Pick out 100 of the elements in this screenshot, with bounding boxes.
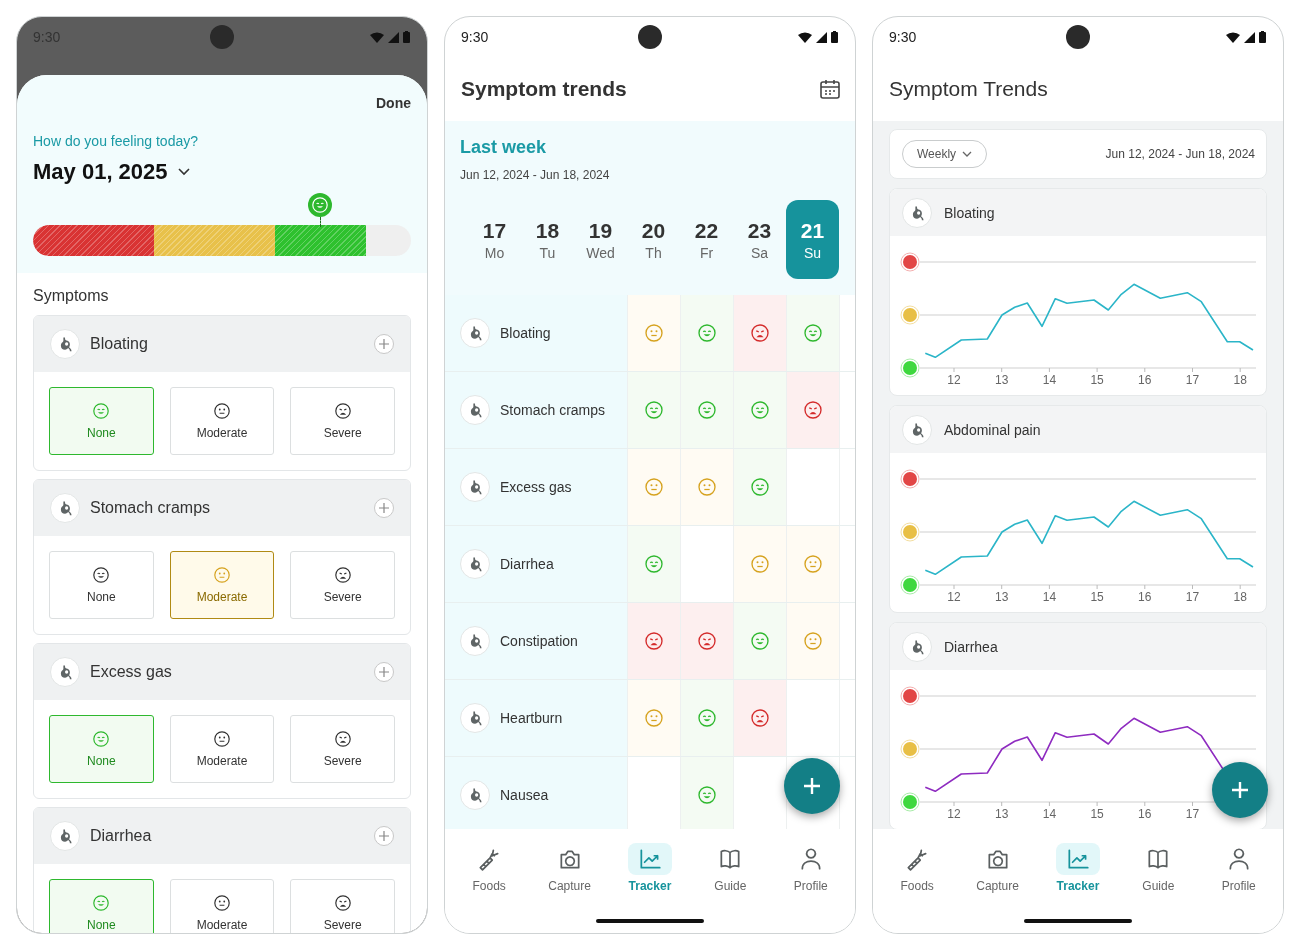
symptom-name: Excess gas xyxy=(500,479,572,495)
neutral-face-icon xyxy=(213,730,231,748)
plus-icon xyxy=(379,667,389,677)
status-time: 9:30 xyxy=(889,29,917,45)
symptom-name: Bloating xyxy=(90,335,149,353)
severity-option[interactable]: Severe xyxy=(290,551,395,619)
chevron-down-icon[interactable] xyxy=(177,168,190,176)
axis-label: 13 xyxy=(995,807,1009,821)
nav-tab[interactable]: Foods xyxy=(881,843,954,901)
level-dot-icon xyxy=(900,252,920,272)
level-dot-icon xyxy=(900,522,920,542)
camera-cutout xyxy=(638,25,662,49)
nav-tab[interactable]: Capture xyxy=(961,843,1034,901)
screen-title: Symptom trends xyxy=(461,77,627,101)
nav-tab[interactable]: Foods xyxy=(453,843,526,901)
severity-option[interactable]: Moderate xyxy=(169,715,275,783)
sad-face-icon xyxy=(750,323,770,343)
symptom-name: Bloating xyxy=(500,325,551,341)
axis-label: 17 xyxy=(1185,807,1200,821)
smiling-face-icon xyxy=(697,708,717,728)
smiling-face-icon xyxy=(92,566,111,584)
plus-icon xyxy=(803,777,821,795)
done-button[interactable]: Done xyxy=(376,95,411,111)
axis-label: 12 xyxy=(947,373,961,387)
axis-label: 12 xyxy=(947,590,961,604)
level-dot-icon xyxy=(900,469,920,489)
severity-option[interactable]: None xyxy=(49,387,154,455)
calendar-button[interactable] xyxy=(819,78,841,100)
nav-tab[interactable]: Guide xyxy=(694,843,767,901)
day-tab[interactable]: 21 Su xyxy=(786,200,839,279)
smiling-face-icon xyxy=(697,323,717,343)
smiling-face-icon xyxy=(803,323,823,343)
axis-label: 16 xyxy=(1138,373,1152,387)
day-tab[interactable]: 17 Mo xyxy=(468,200,521,279)
level-dot-icon xyxy=(900,686,920,706)
nav-tab[interactable]: Guide xyxy=(1122,843,1195,901)
level-dot-icon xyxy=(900,305,920,325)
sad-face-icon xyxy=(644,631,664,651)
smiling-face-icon xyxy=(750,477,770,497)
neutral-face-icon xyxy=(697,477,717,497)
day-tab[interactable]: 22 Fr xyxy=(680,200,733,279)
severity-option[interactable]: None xyxy=(49,715,154,783)
severity-option[interactable]: Severe xyxy=(290,715,395,783)
severity-option[interactable]: Moderate xyxy=(169,387,275,455)
axis-label: 17 xyxy=(1185,590,1200,604)
neutral-face-icon xyxy=(644,708,664,728)
smiling-face-icon xyxy=(311,196,330,214)
battery-icon xyxy=(402,31,411,43)
signal-icon xyxy=(387,31,400,43)
axis-label: 18 xyxy=(1233,590,1247,604)
nav-tab[interactable]: Tracker xyxy=(1041,843,1114,901)
neutral-face-icon xyxy=(213,402,231,420)
neutral-face-icon xyxy=(750,554,770,574)
severity-option[interactable]: Severe xyxy=(290,387,395,455)
severity-option[interactable]: None xyxy=(49,879,154,933)
nav-tab[interactable]: Profile xyxy=(1202,843,1275,901)
camera-cutout xyxy=(210,25,234,49)
neutral-face-icon xyxy=(644,477,664,497)
period-dropdown[interactable]: Weekly xyxy=(902,140,988,168)
sad-face-icon xyxy=(333,566,352,584)
day-tab[interactable]: 23 Sa xyxy=(733,200,786,279)
symptom-name: Diarrhea xyxy=(944,638,998,655)
axis-label: 15 xyxy=(1090,807,1104,821)
severity-option[interactable]: None xyxy=(49,551,154,619)
sad-face-icon xyxy=(333,402,352,420)
severity-option[interactable]: Severe xyxy=(290,879,395,933)
day-tab[interactable]: 18 Tu xyxy=(521,200,574,279)
sad-face-icon xyxy=(803,400,823,420)
day-tab[interactable]: 19 Wed xyxy=(574,200,627,279)
signal-icon xyxy=(815,31,828,43)
calendar-icon xyxy=(819,78,841,100)
symptom-name: Constipation xyxy=(500,633,578,649)
smiling-face-icon xyxy=(697,400,717,420)
signal-icon xyxy=(1243,31,1256,43)
axis-label: 15 xyxy=(1090,373,1104,387)
sad-face-icon xyxy=(333,894,352,912)
day-tab[interactable]: 20 Th xyxy=(627,200,680,279)
axis-label: 18 xyxy=(1233,373,1247,387)
date-range: Jun 12, 2024 - Jun 18, 2024 xyxy=(460,168,611,182)
nav-tab[interactable]: Tracker xyxy=(613,843,686,901)
date-title[interactable]: May 01, 2025 xyxy=(33,159,168,185)
prompt-text: How do you feeling today? xyxy=(33,133,199,149)
smiling-face-icon xyxy=(92,894,111,912)
plus-icon xyxy=(379,503,389,513)
severity-option[interactable]: Moderate xyxy=(169,551,275,619)
axis-label: 15 xyxy=(1090,590,1104,604)
level-dot-icon xyxy=(900,792,920,812)
neutral-face-icon xyxy=(803,631,823,651)
axis-label: 14 xyxy=(1042,807,1057,821)
nav-tab[interactable]: Capture xyxy=(533,843,606,901)
section-title: Symptoms xyxy=(32,286,110,306)
neutral-face-icon xyxy=(644,323,664,343)
plus-icon xyxy=(1231,781,1249,799)
axis-label: 16 xyxy=(1138,590,1152,604)
chevron-down-icon xyxy=(962,151,973,157)
wifi-icon xyxy=(797,31,813,43)
symptom-name: Nausea xyxy=(500,787,549,803)
symptom-name: Excess gas xyxy=(90,663,173,681)
severity-option[interactable]: Moderate xyxy=(169,879,275,933)
nav-tab[interactable]: Profile xyxy=(774,843,847,901)
